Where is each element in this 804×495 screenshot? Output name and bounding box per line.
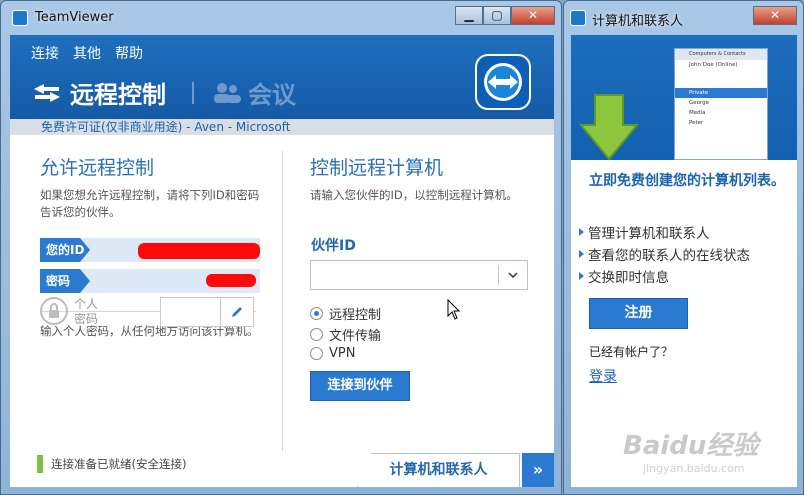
feature-item: 交换即时信息 [579, 266, 669, 286]
main-window-title: TeamViewer [35, 10, 114, 25]
status-text: 连接准备已就绪(安全连接) [51, 457, 187, 471]
connection-status: 连接准备已就绪(安全连接) [37, 455, 186, 473]
menu-bar: 连接 其他 帮助 [31, 43, 143, 63]
password-redaction [206, 274, 256, 287]
preview-group: Private [675, 88, 767, 98]
preview-contact-2: Media [689, 110, 706, 116]
bullet-arrow-icon [579, 228, 584, 236]
side-caption-buttons: ✕ [753, 6, 797, 26]
main-header: 连接 其他 帮助 远程控制 会议 [10, 35, 554, 119]
side-titlebar[interactable]: 计算机和联系人 ✕ [564, 1, 803, 35]
partner-id-dropdown[interactable] [498, 265, 527, 285]
mouse-cursor-icon [447, 299, 461, 320]
personal-label-line1: 个人 [74, 297, 99, 311]
tab-separator [192, 81, 194, 104]
main-titlebar[interactable]: TeamViewer ▁ ▢ ✕ [1, 1, 561, 35]
teamviewer-app-icon [12, 10, 28, 26]
radio-remote-label: 远程控制 [329, 308, 382, 323]
main-client-area: 连接 其他 帮助 远程控制 会议 免费许可证(仅非商业用途) - Aven - … [10, 35, 554, 487]
side-close-button[interactable]: ✕ [753, 6, 797, 25]
maximize-button[interactable]: ▢ [483, 6, 511, 25]
personal-label-line2: 密码 [74, 312, 99, 326]
feature-item: 管理计算机和联系人 [579, 222, 710, 242]
column-divider [282, 151, 283, 451]
edit-password-button[interactable] [220, 298, 253, 326]
feature-label-3: 交换即时信息 [588, 270, 669, 286]
lock-icon [40, 297, 68, 325]
radio-vpn[interactable]: VPN [310, 346, 355, 361]
computers-contacts-window: 计算机和联系人 ✕ Computers & Contacts John Doe … [563, 0, 804, 495]
preview-title: Computers & Contacts [675, 49, 767, 60]
preview-contact-1: George [689, 100, 710, 106]
id-redaction [138, 243, 260, 259]
tab-meeting-label: 会议 [248, 81, 296, 109]
control-remote-panel: 控制远程计算机 请输入您伙伴的ID，以控制远程计算机。 伙伴ID 远程控制 文件… [284, 135, 554, 487]
teamviewer-logo-icon [475, 54, 531, 110]
personal-password-field[interactable] [160, 297, 254, 327]
baidu-watermark-url: jingyan.baidu.com [643, 462, 745, 475]
baidu-watermark: Baidu经验 [623, 431, 759, 461]
allow-remote-panel: 允许远程控制 如果您想允许远程控制，请将下列ID和密码告诉您的伙伴。 您的ID … [10, 135, 280, 487]
personal-password-label: 个人 密码 [74, 297, 98, 327]
feature-label-1: 管理计算机和联系人 [588, 226, 710, 242]
computers-contacts-label[interactable]: 计算机和联系人 [357, 453, 520, 487]
license-info: 免费许可证(仅非商业用途) - Aven - Microsoft [10, 119, 554, 135]
status-indicator [37, 455, 43, 473]
your-id-label: 您的ID [40, 238, 90, 262]
close-button[interactable]: ✕ [511, 6, 555, 25]
bullet-arrow-icon [579, 272, 584, 280]
preview-user: John Doe (Online) [689, 62, 738, 68]
has-account-text: 已经有帐户了？ [589, 345, 674, 359]
radio-dot-file [310, 328, 323, 341]
side-promo-banner: Computers & Contacts John Doe (Online) P… [571, 35, 797, 161]
side-headline: 立即免费创建您的计算机列表。 [589, 173, 785, 189]
radio-remote-control[interactable]: 远程控制 [310, 304, 381, 323]
login-link[interactable]: 登录 [589, 366, 617, 386]
allow-heading: 允许远程控制 [40, 157, 155, 179]
tab-remote-control[interactable]: 远程控制 [32, 75, 166, 110]
feature-item: 查看您的联系人的在线状态 [579, 244, 750, 264]
radio-dot-remote [310, 307, 323, 320]
green-down-arrow-icon [579, 94, 639, 161]
control-description: 请输入您伙伴的ID，以控制远程计算机。 [310, 188, 518, 202]
partner-id-combobox[interactable] [310, 260, 528, 290]
radio-file-transfer[interactable]: 文件传输 [310, 325, 381, 344]
partner-id-input[interactable] [315, 265, 499, 287]
menu-help[interactable]: 帮助 [115, 43, 143, 63]
side-app-icon [570, 10, 586, 26]
main-caption-buttons: ▁ ▢ ✕ [455, 6, 555, 26]
chevron-down-icon [508, 272, 518, 278]
allow-description: 如果您想允许远程控制，请将下列ID和密码告诉您的伙伴。 [40, 188, 260, 219]
people-icon [214, 82, 241, 103]
password-label: 密码 [40, 269, 90, 293]
teamviewer-main-window: TeamViewer ▁ ▢ ✕ 连接 其他 帮助 远程控制 会议 免费许可证(… [0, 0, 562, 495]
mode-tabs: 远程控制 会议 [32, 75, 296, 110]
side-window-title: 计算机和联系人 [592, 14, 684, 29]
contacts-preview-image: Computers & Contacts John Doe (Online) P… [674, 48, 768, 160]
menu-extras[interactable]: 其他 [73, 43, 101, 63]
expand-contacts-button[interactable]: » [522, 453, 554, 487]
tab-remote-label: 远程控制 [70, 81, 166, 109]
feature-label-2: 查看您的联系人的在线状态 [588, 248, 750, 264]
password-row: 密码 [40, 269, 260, 293]
pencil-icon [232, 307, 242, 317]
partner-id-label: 伙伴ID [311, 238, 356, 254]
bullet-arrow-icon [579, 250, 584, 258]
connect-to-partner-button[interactable]: 连接到伙伴 [310, 371, 410, 401]
your-id-row: 您的ID [40, 238, 260, 262]
tab-meeting[interactable]: 会议 [212, 75, 296, 110]
control-heading: 控制远程计算机 [310, 157, 444, 179]
preview-contact-3: Peter [689, 120, 704, 126]
computers-contacts-tab[interactable]: 计算机和联系人 » [357, 453, 554, 487]
radio-dot-vpn [310, 347, 323, 360]
radio-file-label: 文件传输 [329, 329, 382, 344]
minimize-button[interactable]: ▁ [455, 6, 483, 25]
side-client-area: Computers & Contacts John Doe (Online) P… [571, 35, 797, 487]
menu-connect[interactable]: 连接 [31, 43, 59, 63]
double-arrow-icon [34, 83, 60, 102]
register-button[interactable]: 注册 [589, 298, 688, 329]
radio-vpn-label: VPN [329, 346, 356, 361]
